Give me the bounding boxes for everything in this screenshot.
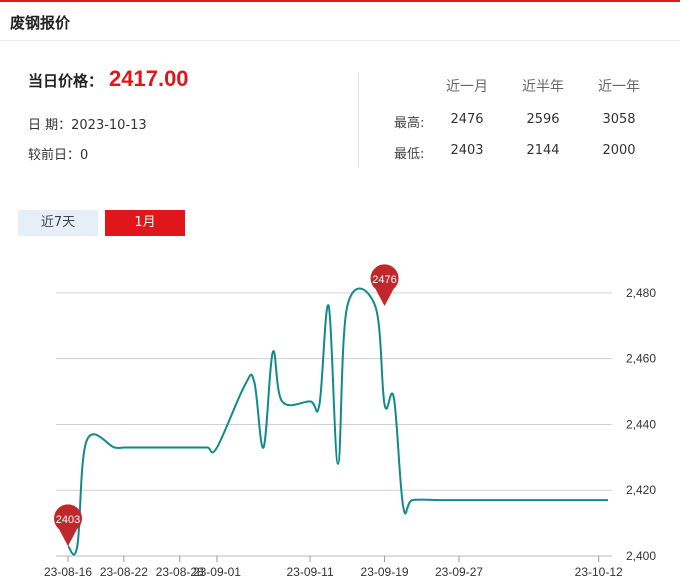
tab-7-days[interactable]: 近7天 [18, 210, 98, 236]
current-price-label: 当日价格： [28, 72, 104, 90]
stats-low-year: 2000 [602, 143, 636, 158]
annotation-label: 2476 [372, 274, 396, 286]
data-point [336, 462, 340, 466]
stats-high-half-year: 2596 [526, 112, 560, 127]
data-point [373, 304, 377, 308]
data-point [410, 498, 414, 502]
data-point [345, 304, 349, 308]
data-point [150, 445, 154, 449]
stats-col-month: 近一月 [446, 79, 488, 95]
current-price-value: 2417.00 [109, 66, 189, 91]
data-point [215, 445, 219, 449]
data-point [327, 304, 331, 308]
x-tick-label: 23-08-16 [44, 565, 92, 579]
data-point [383, 403, 387, 407]
data-point [178, 445, 182, 449]
data-point [280, 399, 284, 403]
current-price: 当日价格： 2417.00 [28, 66, 189, 92]
data-point [392, 396, 396, 400]
data-point [75, 544, 79, 548]
y-tick-label: 2,440 [626, 417, 656, 431]
y-tick-label: 2,460 [626, 352, 656, 366]
data-point [140, 445, 144, 449]
price-series-line [67, 287, 608, 556]
data-point [196, 445, 200, 449]
stats-high-year: 3058 [602, 112, 636, 127]
price-line-chart: 2,400 2,420 2,440 2,460 2,480 23-08-16 23-08-2… [44, 264, 656, 579]
y-tick-label: 2,480 [626, 286, 656, 300]
data-point [587, 498, 591, 502]
data-point [457, 498, 461, 502]
data-point [131, 445, 135, 449]
stats-col-year: 近一年 [598, 79, 640, 95]
tab-1-month[interactable]: 1月 [105, 210, 185, 236]
data-point [606, 498, 610, 502]
x-tick-label: 23-10-12 [575, 565, 623, 579]
data-point [262, 445, 266, 449]
data-point [401, 505, 405, 509]
panel-header: 废钢报价 [0, 2, 680, 41]
stats-low-half-year: 2144 [526, 143, 560, 158]
change-value: 0 [80, 148, 89, 163]
data-point [113, 445, 117, 449]
data-point [271, 350, 275, 354]
x-tick-label: 23-09-19 [361, 565, 409, 579]
stats-row-high-label: 最高: [394, 116, 425, 131]
x-tick-label: 23-09-01 [193, 565, 241, 579]
panel-title: 废钢报价 [10, 14, 71, 32]
data-point [578, 498, 582, 502]
data-point [438, 498, 442, 502]
x-tick-label: 23-09-11 [286, 565, 333, 579]
data-point [448, 498, 452, 502]
data-point [187, 445, 191, 449]
date-label: 日 期： [28, 118, 72, 133]
data-point [317, 403, 321, 407]
stats-row-low-label: 最低: [394, 147, 425, 162]
data-point [122, 445, 126, 449]
data-point [569, 498, 573, 502]
annotation-label: 2403 [56, 514, 80, 526]
change-line: 较前日：0 [28, 144, 88, 163]
stats-high-month: 2476 [450, 112, 484, 127]
data-point [308, 399, 312, 403]
stats-col-half-year: 近半年 [522, 79, 564, 95]
data-point [252, 380, 256, 384]
data-point [243, 383, 247, 387]
data-point [597, 498, 601, 502]
date-line: 日 期：2023-10-13 [28, 114, 147, 133]
change-label: 较前日： [28, 148, 81, 163]
data-point [466, 498, 470, 502]
stats-low-month: 2403 [450, 143, 484, 158]
stats-divider [358, 72, 359, 168]
y-tick-label: 2,400 [626, 549, 656, 563]
y-tick-label: 2,420 [626, 483, 656, 497]
data-point [206, 445, 210, 449]
data-point [85, 439, 89, 443]
x-tick-label: 23-09-27 [435, 565, 483, 579]
x-tick-label: 23-08-22 [100, 565, 148, 579]
date-value: 2023-10-13 [71, 118, 147, 133]
